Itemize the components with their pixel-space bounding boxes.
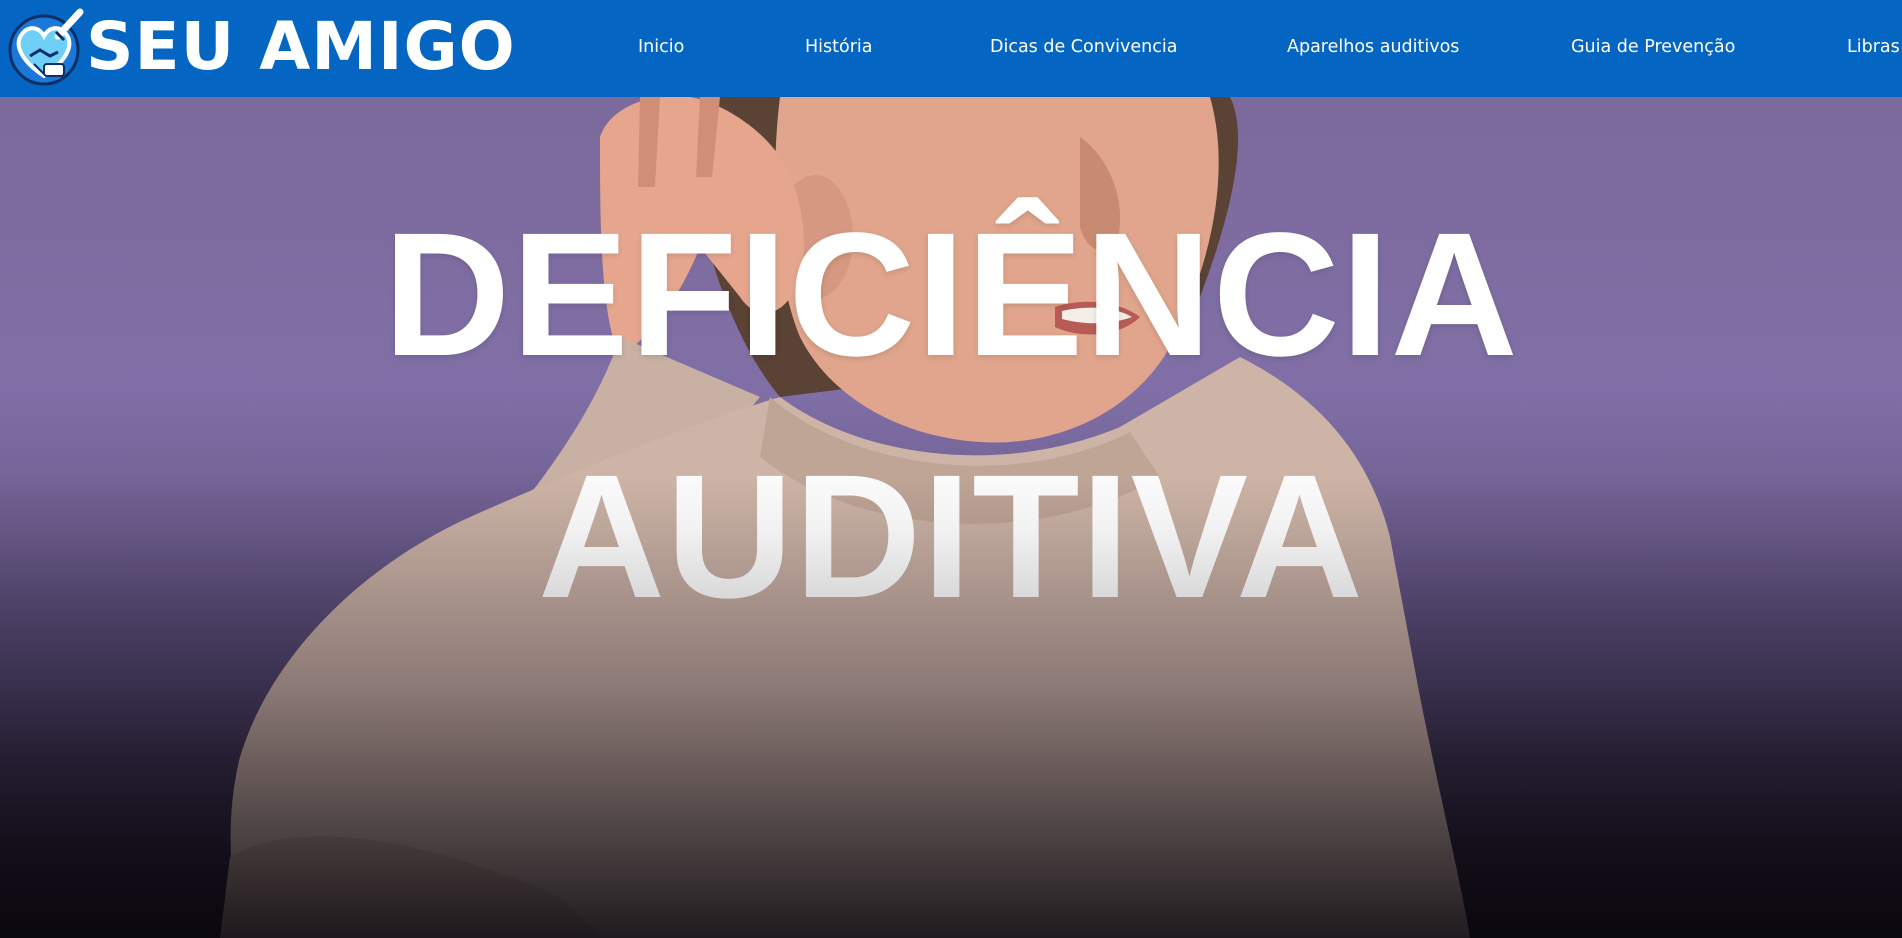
nav-item-historia[interactable]: História: [805, 36, 873, 58]
nav-item-guia-de-prevencao[interactable]: Guia de Prevenção: [1571, 36, 1735, 58]
site-header: SEU AMIGO Inicio História Dicas de Convi…: [0, 0, 1902, 97]
heart-handshake-logo-icon[interactable]: [8, 6, 88, 88]
page: SEU AMIGO Inicio História Dicas de Convi…: [0, 0, 1902, 938]
nav-item-inicio[interactable]: Inicio: [638, 36, 684, 58]
nav-item-dicas-de-convivencia[interactable]: Dicas de Convivencia: [990, 36, 1177, 58]
hero-banner: DEFICIÊNCIA AUDITIVA: [0, 97, 1902, 938]
hero-title-line-1: DEFICIÊNCIA: [383, 197, 1519, 393]
nav-item-libras[interactable]: Libras: [1847, 36, 1900, 58]
brand-title[interactable]: SEU AMIGO: [86, 4, 516, 90]
hero-title-line-2: AUDITIVA: [0, 449, 1902, 625]
nav-item-aparelhos-auditivos[interactable]: Aparelhos auditivos: [1287, 36, 1459, 58]
